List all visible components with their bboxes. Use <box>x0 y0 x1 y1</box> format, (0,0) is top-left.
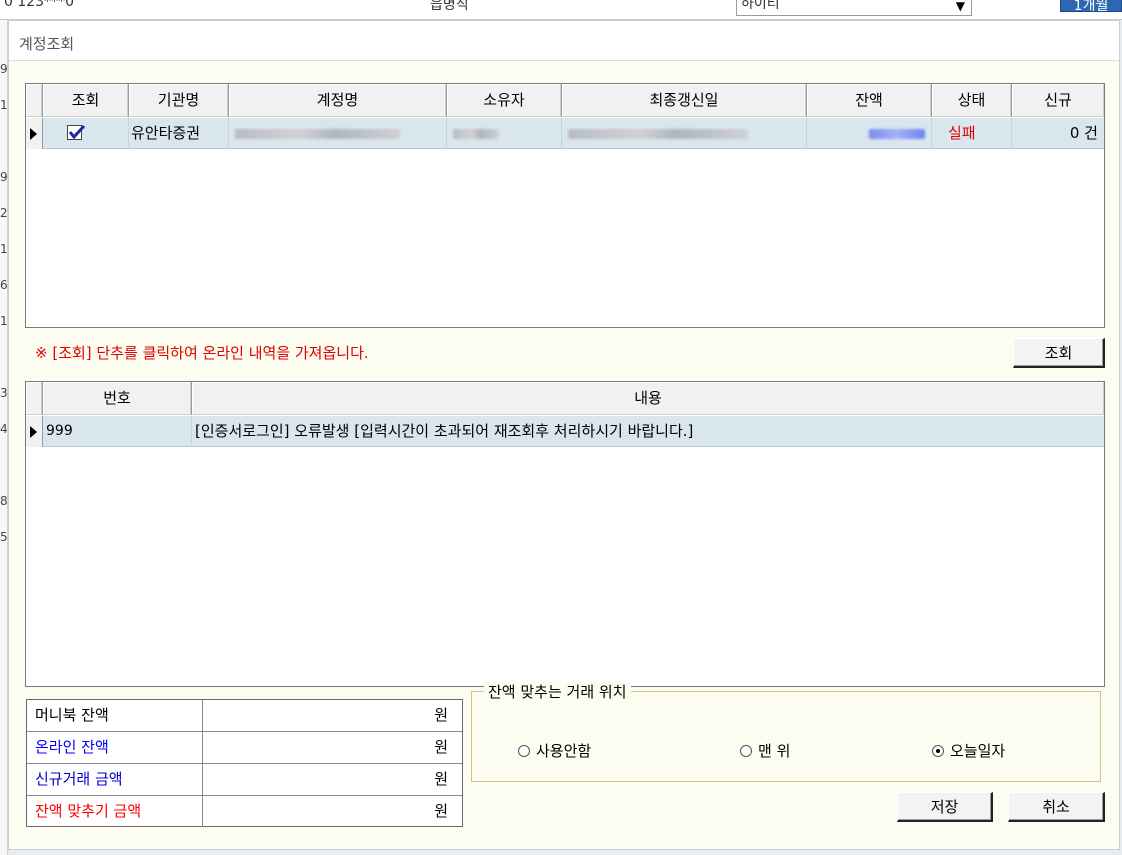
balance-row-new-transactions: 신규거래 금액 원 <box>27 764 462 796</box>
last-updated-cell <box>562 118 807 149</box>
radio-icon <box>740 745 752 757</box>
table-row[interactable]: 999 [인증서로그인] 오류발생 [입력시간이 초과되어 재조회후 처리하시기… <box>26 416 1104 447</box>
message-content-cell: [인증서로그인] 오류발생 [입력시간이 초과되어 재조회후 처리하시기 바랍니… <box>195 422 694 440</box>
background-account-text: 0 123***0 <box>4 0 74 10</box>
column-header-institution[interactable]: 기관명 <box>129 84 229 117</box>
background-digit: 5 <box>0 530 8 544</box>
balance-unit: 원 <box>434 770 448 788</box>
column-header-account-name[interactable]: 계정명 <box>229 84 447 117</box>
message-number-cell: 999 <box>43 416 192 447</box>
cancel-button[interactable]: 취소 <box>1008 792 1105 822</box>
balance-label: 잔액 맞추기 금액 <box>27 796 203 827</box>
institution-cell: 유안타증권 <box>129 118 229 149</box>
status-cell: 실패 <box>932 118 1012 149</box>
redacted-value <box>453 128 499 139</box>
background-left-column: 9 1 9 2 1 6 1 3 4 8 5 <box>0 20 8 855</box>
column-header-query[interactable]: 조회 <box>43 84 129 117</box>
row-pointer-icon <box>30 128 37 140</box>
background-digit: 8 <box>0 494 8 508</box>
row-selector[interactable] <box>26 118 43 149</box>
radio-top[interactable]: 맨 위 <box>740 740 790 761</box>
background-digit: 9 <box>0 170 8 184</box>
row-pointer-icon <box>30 426 37 438</box>
checkmark-icon <box>68 124 86 140</box>
query-checkbox[interactable] <box>67 124 86 140</box>
column-header-new[interactable]: 신규 <box>1012 84 1104 117</box>
balance-unit: 원 <box>434 738 448 756</box>
balance-row-online: 온라인 잔액 원 <box>27 732 462 764</box>
position-group-legend: 잔액 맞추는 거래 위치 <box>484 681 631 702</box>
balance-row-moneybook: 머니북 잔액 원 <box>27 700 462 732</box>
radio-not-used[interactable]: 사용안함 <box>518 740 591 761</box>
account-name-cell <box>229 118 447 149</box>
balance-label: 머니북 잔액 <box>27 700 203 731</box>
messages-grid-header: 번호 내용 <box>26 382 1104 415</box>
position-groupbox: 잔액 맞추는 거래 위치 사용안함 맨 위 오늘일자 <box>471 681 1101 782</box>
radio-label: 맨 위 <box>758 742 791 760</box>
messages-grid: 번호 내용 999 [인증서로그인] 오류발생 [입력시간이 초과되어 재조회후… <box>25 381 1105 687</box>
dialog-titlebar: 계정조회 <box>9 21 1119 61</box>
grid-corner <box>26 84 43 117</box>
column-header-last-updated[interactable]: 최종갱신일 <box>562 84 807 117</box>
grid-corner <box>26 382 43 415</box>
balance-summary-table: 머니북 잔액 원 온라인 잔액 원 신규거래 금액 원 잔액 맞추기 금액 원 <box>26 699 463 827</box>
redacted-value <box>568 128 748 139</box>
query-checkbox-cell[interactable] <box>43 118 129 149</box>
redacted-value <box>869 128 925 139</box>
background-category-text: 읍명직 <box>430 0 469 13</box>
column-header-number[interactable]: 번호 <box>43 382 192 415</box>
background-digit: 4 <box>0 422 8 436</box>
account-query-dialog: 계정조회 조회 기관명 계정명 소유자 최종갱신일 잔액 상태 신규 유안타증권 <box>8 20 1120 850</box>
save-button[interactable]: 저장 <box>897 792 993 822</box>
background-combo-text: 하이티 <box>741 0 780 12</box>
chevron-down-icon: ▼ <box>955 0 965 13</box>
balance-row-adjustment: 잔액 맞추기 금액 원 <box>27 796 462 828</box>
radio-today[interactable]: 오늘일자 <box>932 740 1005 761</box>
background-digit: 2 <box>0 206 8 220</box>
column-header-status[interactable]: 상태 <box>932 84 1012 117</box>
query-button[interactable]: 조회 <box>1013 338 1105 368</box>
owner-cell <box>447 118 562 149</box>
notice-text: ※ [조회] 단추를 클릭하여 온라인 내역을 가져옵니다. <box>35 344 369 362</box>
balance-label: 신규거래 금액 <box>27 764 203 795</box>
background-digit: 6 <box>0 278 8 292</box>
balance-label: 온라인 잔액 <box>27 732 203 763</box>
radio-label: 오늘일자 <box>950 742 1006 760</box>
balance-unit: 원 <box>434 706 448 724</box>
table-row[interactable]: 유안타증권 실패 0 건 <box>26 118 1104 149</box>
column-header-owner[interactable]: 소유자 <box>447 84 562 117</box>
background-combo[interactable]: 하이티 ▼ <box>736 0 972 16</box>
radio-icon <box>518 745 530 757</box>
dialog-title: 계정조회 <box>19 35 75 53</box>
background-digit: 9 <box>0 62 8 76</box>
row-selector[interactable] <box>26 416 43 447</box>
radio-selected-icon <box>932 745 944 757</box>
background-digit: 1 <box>0 314 8 328</box>
balance-unit: 원 <box>434 802 448 820</box>
radio-label: 사용안함 <box>536 742 592 760</box>
column-header-content[interactable]: 내용 <box>192 382 1104 415</box>
column-header-balance[interactable]: 잔액 <box>807 84 932 117</box>
redacted-value <box>235 128 400 139</box>
background-period-button[interactable]: 1개월 <box>1060 0 1122 14</box>
background-digit: 1 <box>0 242 8 256</box>
background-digit: 3 <box>0 386 8 400</box>
accounts-grid-header: 조회 기관명 계정명 소유자 최종갱신일 잔액 상태 신규 <box>26 84 1104 117</box>
new-count-cell: 0 건 <box>1069 124 1098 142</box>
balance-cell <box>807 118 932 149</box>
background-digit: 1 <box>0 98 8 112</box>
background-app-strip: 0 123***0 읍명직 하이티 ▼ 1개월 <box>0 0 1122 20</box>
accounts-grid: 조회 기관명 계정명 소유자 최종갱신일 잔액 상태 신규 유안타증권 실패 0… <box>25 83 1105 328</box>
